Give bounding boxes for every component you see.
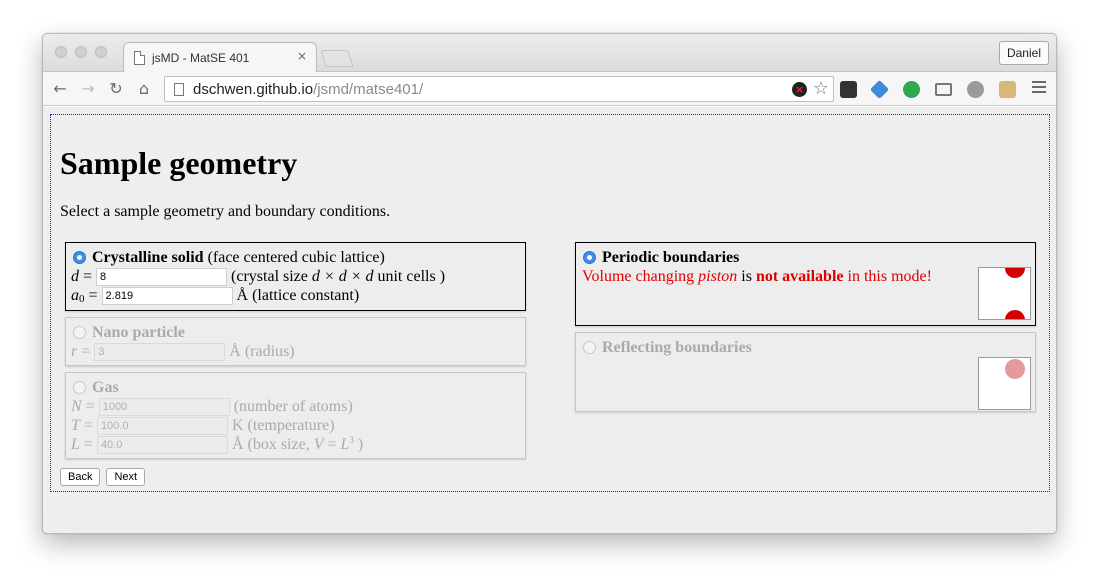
crystal-size-desc-b: unit cells ): [377, 268, 446, 285]
radius-desc: Å (radius): [229, 343, 295, 360]
a-subscript: 0: [79, 293, 85, 305]
app-frame: Sample geometry Select a sample geometry…: [50, 114, 1050, 492]
periodic-radio[interactable]: [583, 251, 596, 264]
periodic-atom-bottom: [1005, 310, 1025, 319]
equals-sign: =: [83, 268, 93, 285]
url-path: /jsmd/matse401/: [313, 81, 424, 98]
gas-label: Gas: [92, 379, 119, 396]
zoom-window-button[interactable]: [95, 46, 107, 58]
new-tab-button[interactable]: [320, 50, 354, 67]
close-window-button[interactable]: [55, 46, 67, 58]
next-button[interactable]: Next: [106, 468, 146, 486]
page-intro: Select a sample geometry and boundary co…: [60, 203, 391, 220]
profile-button[interactable]: Daniel: [998, 41, 1049, 65]
extension-glasses-icon[interactable]: [840, 81, 857, 98]
close-tab-icon[interactable]: ×: [297, 49, 307, 63]
equals-sign: =: [81, 343, 91, 360]
volume-variable: V: [313, 436, 324, 453]
wizard-nav: Back Next: [60, 467, 147, 486]
boundary-option-reflecting[interactable]: Reflecting boundaries: [575, 332, 1036, 412]
extension-diamond-icon[interactable]: [869, 79, 890, 100]
forward-arrow-icon[interactable]: →: [77, 78, 99, 100]
box-size-desc-a: Å (box size,: [231, 436, 310, 453]
cast-icon[interactable]: [935, 83, 952, 96]
bookmark-star-icon[interactable]: ☆: [813, 78, 829, 99]
lattice-constant-input[interactable]: 2.819: [101, 287, 233, 305]
minimize-window-button[interactable]: [75, 46, 87, 58]
address-bar[interactable]: dschwen.github.io/jsmd/matse401/ × ☆: [164, 76, 834, 102]
piston-warning-b: in this mode!: [847, 268, 932, 285]
crystal-size-input[interactable]: 8: [96, 268, 228, 286]
crystal-radio[interactable]: [73, 251, 86, 264]
equals-sign: =: [85, 398, 95, 415]
t-variable: T: [71, 417, 80, 434]
box-size-input[interactable]: 40.0: [96, 436, 228, 454]
equals-sign: =: [88, 287, 98, 304]
chrome-menu-icon[interactable]: [1032, 81, 1046, 95]
tab-jsmd[interactable]: jsMD - MatSE 401 ×: [123, 42, 317, 73]
periodic-atom-top: [1005, 268, 1025, 278]
atom-count-desc: (number of atoms): [233, 398, 353, 415]
lattice-constant-desc: Å (lattice constant): [236, 287, 360, 304]
n-variable: N: [71, 398, 82, 415]
gas-radio[interactable]: [73, 381, 86, 394]
reload-icon[interactable]: ↻: [105, 78, 127, 100]
nano-label: Nano particle: [92, 324, 185, 341]
blocked-content-icon[interactable]: ×: [792, 82, 807, 97]
page-icon: [174, 83, 184, 96]
browser-window: jsMD - MatSE 401 × Daniel ← → ↻ ⌂ dschwe…: [42, 33, 1057, 534]
piston-warning-bold: not available: [755, 268, 844, 285]
box-size-desc-b: ): [357, 436, 364, 453]
geometry-option-nano[interactable]: Nano particle r = 3 Å (radius): [65, 317, 526, 366]
tab-strip: jsMD - MatSE 401 × Daniel: [43, 34, 1056, 73]
reflecting-preview: [978, 357, 1031, 410]
crystal-size-desc-a: (crystal size: [231, 268, 308, 285]
periodic-label: Periodic boundaries: [602, 249, 740, 266]
radius-input[interactable]: 3: [94, 343, 226, 361]
crystal-desc: (face centered cubic lattice): [207, 249, 385, 266]
tab-title: jsMD - MatSE 401: [152, 51, 250, 65]
back-arrow-icon[interactable]: ←: [49, 78, 71, 100]
geometry-option-crystal[interactable]: Crystalline solid (face centered cubic l…: [65, 242, 526, 311]
l-variable: L: [71, 436, 80, 453]
extension-pushbullet-icon[interactable]: [903, 81, 920, 98]
extension-globe-icon[interactable]: [967, 81, 984, 98]
volume-equals: =: [327, 436, 337, 453]
atom-count-input[interactable]: 1000: [98, 398, 230, 416]
geometry-option-gas[interactable]: Gas N = 1000 (number of atoms) T = 100.0…: [65, 372, 526, 459]
periodic-preview: [978, 267, 1031, 320]
piston-warning: Volume changing piston is not available …: [582, 267, 932, 286]
volume-exponent: 3: [349, 435, 354, 445]
reflecting-label: Reflecting boundaries: [602, 339, 752, 356]
temperature-desc: K (temperature): [231, 417, 335, 434]
d-variable: d: [71, 268, 79, 285]
piston-warning-is: is: [741, 268, 752, 285]
equals-sign: =: [83, 417, 93, 434]
nano-radio[interactable]: [73, 326, 86, 339]
page-content: Sample geometry Select a sample geometry…: [43, 107, 1056, 533]
equals-sign: =: [83, 436, 93, 453]
temperature-input[interactable]: 100.0: [96, 417, 228, 435]
url-host: dschwen.github.io: [193, 81, 314, 98]
home-icon[interactable]: ⌂: [133, 78, 155, 100]
r-variable: r: [71, 343, 78, 360]
crystal-size-expr: d × d × d: [311, 268, 374, 285]
url-text[interactable]: dschwen.github.io/jsmd/matse401/: [193, 81, 423, 98]
piston-word: piston: [698, 268, 738, 285]
page-title: Sample geometry: [60, 145, 298, 181]
a-variable: a: [71, 287, 79, 304]
reflecting-radio[interactable]: [583, 341, 596, 354]
boundary-option-periodic[interactable]: Periodic boundaries Volume changing pist…: [575, 242, 1036, 326]
extension-lock-icon[interactable]: [999, 81, 1016, 98]
crystal-label: Crystalline solid: [92, 249, 204, 266]
browser-toolbar: ← → ↻ ⌂ dschwen.github.io/jsmd/matse401/…: [43, 72, 1056, 106]
piston-warning-a: Volume changing: [582, 268, 695, 285]
back-button[interactable]: Back: [60, 468, 101, 486]
document-icon: [134, 51, 145, 65]
reflecting-atom: [1005, 359, 1025, 379]
